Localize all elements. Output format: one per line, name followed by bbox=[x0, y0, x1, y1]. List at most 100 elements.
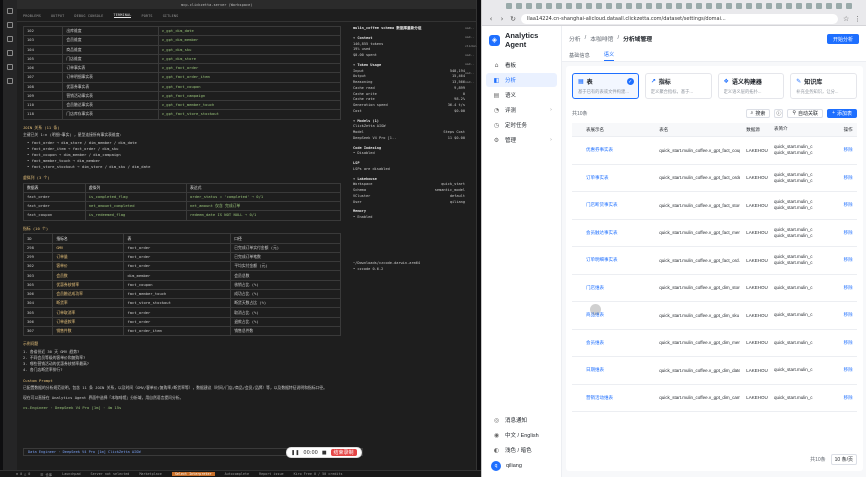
auto-join-button[interactable]: ⚲ 自动关联 bbox=[787, 108, 824, 118]
semantic-card-3[interactable]: ✎ 知识库 补充业务知识，让分... bbox=[790, 73, 857, 99]
remove-link[interactable]: 移除 bbox=[839, 175, 857, 181]
sidebar-bottom-item-2[interactable]: ◐ 浅色 / 暗色 bbox=[486, 443, 558, 457]
tab-icon[interactable] bbox=[636, 3, 642, 9]
tab-icon[interactable] bbox=[706, 3, 712, 9]
tab-icon[interactable] bbox=[626, 3, 632, 9]
tab-icon[interactable] bbox=[676, 3, 682, 9]
sidebar-item-3[interactable]: ◔ 评测 › bbox=[486, 103, 557, 117]
extensions-icon[interactable] bbox=[7, 64, 13, 70]
tab-icon[interactable] bbox=[506, 3, 512, 9]
terminal-instance[interactable]: nod.. bbox=[465, 35, 478, 42]
tab-icon[interactable] bbox=[606, 3, 612, 9]
table-name-link[interactable]: 商品维表 bbox=[572, 312, 653, 318]
tab-icon[interactable] bbox=[656, 3, 662, 9]
table-name-link[interactable]: 日期维表 bbox=[572, 367, 653, 373]
sidebar-bottom-item-1[interactable]: ◉ 中文 / English bbox=[486, 428, 558, 442]
table-name-link[interactable]: 会员维表 bbox=[572, 340, 653, 346]
tab-icon[interactable] bbox=[766, 3, 772, 9]
table-name-link[interactable]: 门店维表 bbox=[572, 285, 653, 291]
table-name-link[interactable]: 营销活动维表 bbox=[572, 395, 653, 401]
tab-icon[interactable] bbox=[756, 3, 762, 9]
panel-tab-problems[interactable]: PROBLEMS bbox=[23, 14, 41, 18]
explorer-icon[interactable] bbox=[7, 8, 13, 14]
tab-icon[interactable] bbox=[666, 3, 672, 9]
page-size-select[interactable]: 10 条/页 bbox=[830, 454, 857, 465]
sidebar-item-0[interactable]: ⌂ 看板 bbox=[486, 58, 557, 72]
back-icon[interactable]: ‹ bbox=[488, 15, 494, 23]
breadcrumb-item[interactable]: 分析 bbox=[569, 34, 581, 43]
tab-icon[interactable] bbox=[596, 3, 602, 9]
tab-icon[interactable] bbox=[776, 3, 782, 9]
tab-icon[interactable] bbox=[786, 3, 792, 9]
tab-icon[interactable] bbox=[556, 3, 562, 9]
search-button[interactable]: ⌕ 搜索 bbox=[745, 108, 771, 118]
semantic-card-1[interactable]: ↗ 指标 定义聚合指标，基于... bbox=[644, 73, 712, 99]
tab-icon[interactable] bbox=[516, 3, 522, 9]
remove-link[interactable]: 移除 bbox=[839, 147, 857, 153]
sidebar-item-2[interactable]: ▤ 语义 bbox=[486, 88, 557, 102]
stop-icon[interactable]: ■ bbox=[322, 450, 327, 456]
remove-link[interactable]: 移除 bbox=[839, 367, 857, 373]
remote-icon[interactable] bbox=[7, 78, 13, 84]
terminal-instance[interactable]: nod.. bbox=[465, 80, 478, 87]
terminal-instance[interactable]: nod.. bbox=[465, 71, 478, 78]
table-name-link[interactable]: 订单事实表 bbox=[572, 175, 653, 181]
terminal-instance[interactable]: clickz.. bbox=[465, 44, 478, 51]
tab-icon[interactable] bbox=[696, 3, 702, 9]
status-item[interactable]: Server not selected bbox=[91, 472, 130, 476]
pause-icon[interactable]: ❚❚ bbox=[291, 450, 299, 456]
search-icon[interactable] bbox=[7, 22, 13, 28]
url-input[interactable]: llaa14224.cn-shanghai-alicloud.dataall.c… bbox=[521, 14, 838, 24]
subtab[interactable]: 语义 bbox=[603, 51, 615, 61]
semantic-card-0[interactable]: ▦ 表基于已有的表或文件构建... ✓ bbox=[572, 73, 639, 99]
status-item[interactable]: Report issue bbox=[259, 472, 284, 476]
tab-icon[interactable] bbox=[536, 3, 542, 9]
tab-icon[interactable] bbox=[576, 3, 582, 9]
status-item[interactable]: Kiro Free 0 / 50 credits bbox=[294, 472, 343, 476]
extensions-icon[interactable]: ⋮ bbox=[854, 15, 861, 23]
remove-link[interactable]: 移除 bbox=[839, 285, 857, 291]
panel-tab-output[interactable]: OUTPUT bbox=[51, 14, 64, 18]
tab-icon[interactable] bbox=[726, 3, 732, 9]
tab-icon[interactable] bbox=[716, 3, 722, 9]
tab-icon[interactable] bbox=[836, 3, 842, 9]
panel-tab-terminal[interactable]: TERMINAL bbox=[113, 13, 132, 18]
subtab[interactable]: 基础信息 bbox=[569, 52, 590, 61]
sidebar-item-1[interactable]: ◧ 分析 bbox=[486, 73, 557, 87]
terminal-instance[interactable]: nod.. bbox=[465, 26, 478, 33]
terminal-instance[interactable]: nod.. bbox=[465, 62, 478, 69]
panel-tab-debug-console[interactable]: DEBUG CONSOLE bbox=[74, 14, 103, 18]
tab-icon[interactable] bbox=[686, 3, 692, 9]
tab-icon[interactable] bbox=[796, 3, 802, 9]
tab-icon[interactable] bbox=[616, 3, 622, 9]
tab-icon[interactable] bbox=[746, 3, 752, 9]
end-recording-button[interactable]: 结束录制 bbox=[330, 449, 357, 456]
tab-icon[interactable] bbox=[526, 3, 532, 9]
status-item[interactable]: ☰ 仓库 bbox=[40, 472, 52, 477]
run-debug-icon[interactable] bbox=[7, 50, 13, 56]
tab-icon[interactable] bbox=[736, 3, 742, 9]
remove-link[interactable]: 移除 bbox=[839, 230, 857, 236]
tab-icon[interactable] bbox=[586, 3, 592, 9]
status-item[interactable]: Marketplace bbox=[139, 472, 161, 476]
start-analysis-button[interactable]: 开始分析 bbox=[826, 34, 859, 44]
panel-tab-gitlens[interactable]: GITLENS bbox=[163, 14, 179, 18]
status-item[interactable]: Launchpad bbox=[62, 472, 80, 476]
remove-link[interactable]: 移除 bbox=[839, 312, 857, 318]
tab-icon[interactable] bbox=[826, 3, 832, 9]
sidebar-bottom-item-0[interactable]: ◎ 消息通知 bbox=[486, 413, 558, 427]
remove-link[interactable]: 移除 bbox=[839, 340, 857, 346]
forward-icon[interactable]: › bbox=[499, 15, 505, 23]
table-name-link[interactable]: 会员触达事实表 bbox=[572, 230, 653, 236]
breadcrumb-item[interactable]: 本咖啡馆 bbox=[590, 34, 613, 43]
tab-icon[interactable] bbox=[816, 3, 822, 9]
remove-link[interactable]: 移除 bbox=[839, 395, 857, 401]
sidebar-item-5[interactable]: ⚙ 管理 › bbox=[486, 133, 557, 147]
add-table-button[interactable]: + 添加表 bbox=[827, 108, 857, 118]
table-name-link[interactable]: 门店断货事实表 bbox=[572, 202, 653, 208]
tab-icon[interactable] bbox=[546, 3, 552, 9]
tab-icon[interactable] bbox=[846, 3, 852, 9]
source-control-icon[interactable] bbox=[7, 36, 13, 42]
status-item[interactable]: Autocomplete bbox=[225, 472, 250, 476]
user-profile[interactable]: q qiliang bbox=[486, 461, 558, 471]
